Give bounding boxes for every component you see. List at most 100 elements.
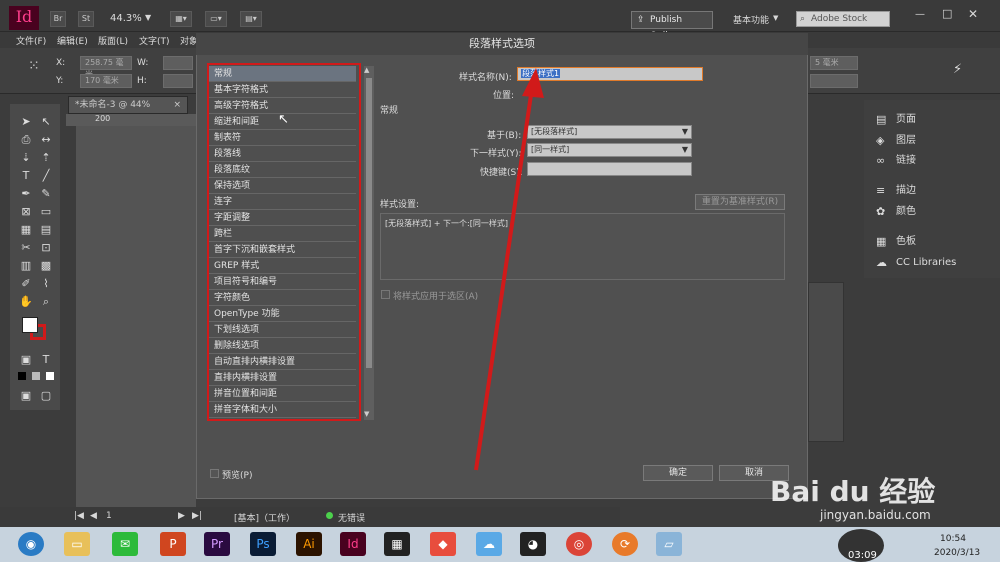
- height-field[interactable]: [163, 74, 193, 88]
- menu-layout[interactable]: 版面(L): [98, 34, 128, 47]
- bridge-button[interactable]: Br: [50, 11, 66, 27]
- page-number-field[interactable]: 1: [106, 511, 112, 521]
- type-tool-icon[interactable]: T: [18, 168, 34, 183]
- color-mode-icon[interactable]: [18, 372, 26, 380]
- scissors-tool-icon[interactable]: ✂: [18, 240, 34, 255]
- first-page-icon[interactable]: |◀: [74, 511, 84, 521]
- formatting-container-icon[interactable]: ▣: [18, 352, 34, 367]
- hand-tool-icon[interactable]: ✋: [18, 294, 34, 309]
- powerpoint-icon[interactable]: P: [160, 532, 186, 556]
- selection-tool-icon[interactable]: ➤: [18, 114, 34, 129]
- photoshop-icon[interactable]: Ps: [250, 532, 276, 556]
- none-mode-icon[interactable]: [46, 372, 54, 380]
- adobe-stock-search[interactable]: ⌕ Adobe Stock: [796, 11, 890, 27]
- zoom-tool-icon[interactable]: ⌕: [38, 294, 54, 309]
- content-placer-icon[interactable]: ⇡: [38, 150, 54, 165]
- stroke-type-field[interactable]: [810, 74, 858, 88]
- chrome-icon[interactable]: ◎: [566, 532, 592, 556]
- video-editor-icon[interactable]: ▦: [384, 532, 410, 556]
- panel-links[interactable]: ∞ 链接: [864, 152, 1000, 170]
- line-tool-icon[interactable]: ╱: [38, 168, 54, 183]
- app-icon-2[interactable]: ☁: [476, 532, 502, 556]
- preview-checkbox[interactable]: [210, 469, 219, 478]
- fill-swatch[interactable]: [22, 317, 38, 333]
- apply-to-selection-checkbox[interactable]: [381, 290, 390, 299]
- panel-color[interactable]: ✿ 颜色: [864, 203, 1000, 221]
- stroke-icon: ≡: [876, 184, 886, 197]
- view-options-button[interactable]: ▦▾: [170, 11, 192, 27]
- panel-swatches[interactable]: ▦ 色板: [864, 233, 1000, 251]
- reset-to-base-button[interactable]: 重置为基准样式(R): [695, 194, 785, 210]
- panel-cc-libraries[interactable]: ☁ CC Libraries: [864, 254, 1000, 272]
- pencil-tool-icon[interactable]: ✎: [38, 186, 54, 201]
- chevron-down-icon[interactable]: ▼: [773, 14, 778, 22]
- premiere-icon[interactable]: Pr: [204, 532, 230, 556]
- formatting-text-icon[interactable]: T: [38, 352, 54, 367]
- stock-button[interactable]: St: [78, 11, 94, 27]
- workspace-switcher[interactable]: 基本功能: [733, 13, 769, 26]
- menu-file[interactable]: 文件(F): [16, 34, 46, 47]
- chevron-down-icon: ▼: [681, 127, 688, 136]
- lightning-icon[interactable]: ⚡: [953, 62, 962, 77]
- next-page-icon[interactable]: ▶: [178, 511, 185, 521]
- panel-layers[interactable]: ◈ 图层: [864, 132, 1000, 150]
- reference-point-icon[interactable]: ⁙: [28, 58, 40, 74]
- eyedropper-tool-icon[interactable]: ⌇: [38, 276, 54, 291]
- qq-icon[interactable]: ◕: [520, 532, 546, 556]
- minimize-icon[interactable]: —: [915, 9, 925, 20]
- preflight-status[interactable]: 无错误: [338, 511, 365, 524]
- content-collector-icon[interactable]: ⇣: [18, 150, 34, 165]
- app-icon-4[interactable]: ▱: [656, 532, 682, 556]
- document-tab[interactable]: *未命名-3 @ 44% ×: [68, 96, 188, 114]
- last-page-icon[interactable]: ▶|: [192, 511, 202, 521]
- menu-type[interactable]: 文字(T): [139, 34, 170, 47]
- y-position-field[interactable]: 170 毫米: [80, 74, 132, 88]
- prev-page-icon[interactable]: ◀: [90, 511, 97, 521]
- rectangle-frame-tool-icon[interactable]: ⊠: [18, 204, 34, 219]
- maximize-icon[interactable]: □: [942, 7, 952, 20]
- gradient-tool-icon[interactable]: ▥: [18, 258, 34, 273]
- note-tool-icon[interactable]: ✐: [18, 276, 34, 291]
- menu-edit[interactable]: 编辑(E): [57, 34, 88, 47]
- preflight-status-icon: [326, 512, 333, 519]
- close-icon[interactable]: ✕: [968, 7, 978, 21]
- start-icon[interactable]: ◉: [18, 532, 44, 556]
- pen-tool-icon[interactable]: ✒: [18, 186, 34, 201]
- normal-view-icon[interactable]: ▣: [18, 388, 34, 403]
- indesign-taskbar-icon[interactable]: Id: [340, 532, 366, 556]
- wechat-icon[interactable]: ✉: [112, 532, 138, 556]
- ok-button[interactable]: 确定: [643, 465, 713, 481]
- zoom-level[interactable]: 44.3%: [110, 13, 142, 24]
- preflight-profile[interactable]: [基本]（工作）: [234, 511, 295, 524]
- free-transform-tool-icon[interactable]: ⊡: [38, 240, 54, 255]
- frame-grid-tool-icon[interactable]: ▤: [38, 222, 54, 237]
- app-icon-1[interactable]: ◆: [430, 532, 456, 556]
- publish-online-button[interactable]: ⇪ Publish Online: [631, 11, 713, 41]
- chevron-down-icon[interactable]: ▼: [145, 13, 151, 22]
- close-icon[interactable]: ×: [173, 97, 181, 113]
- panel-pages[interactable]: ▤ 页面: [864, 111, 1000, 129]
- scroll-up-icon[interactable]: ▲: [364, 66, 369, 74]
- app-icon-3[interactable]: ⟳: [612, 532, 638, 556]
- direct-selection-tool-icon[interactable]: ↖: [38, 114, 54, 129]
- gap-tool-icon[interactable]: ↔: [38, 132, 54, 147]
- rectangle-tool-icon[interactable]: ▭: [38, 204, 54, 219]
- gradient-feather-tool-icon[interactable]: ▩: [38, 258, 54, 273]
- page-tool-icon[interactable]: ⎙: [18, 132, 34, 147]
- pasteboard[interactable]: [76, 126, 196, 526]
- gradient-mode-icon[interactable]: [32, 372, 40, 380]
- x-position-field[interactable]: 258.75 毫米: [80, 56, 132, 79]
- width-field[interactable]: [163, 56, 193, 70]
- section-title: 常规: [380, 106, 399, 116]
- file-explorer-icon[interactable]: ▭: [64, 532, 90, 556]
- scroll-down-icon[interactable]: ▼: [364, 410, 369, 418]
- color-icon: ✿: [876, 205, 886, 218]
- arrange-docs-button[interactable]: ▤▾: [240, 11, 262, 27]
- scrollbar-thumb[interactable]: [366, 78, 372, 368]
- grid-tool-icon[interactable]: ▦: [18, 222, 34, 237]
- illustrator-icon[interactable]: Ai: [296, 532, 322, 556]
- stroke-weight-field[interactable]: 5 毫米: [810, 56, 858, 70]
- preview-view-icon[interactable]: ▢: [38, 388, 54, 403]
- screen-mode-button[interactable]: ▭▾: [205, 11, 227, 27]
- panel-stroke[interactable]: ≡ 描边: [864, 182, 1000, 200]
